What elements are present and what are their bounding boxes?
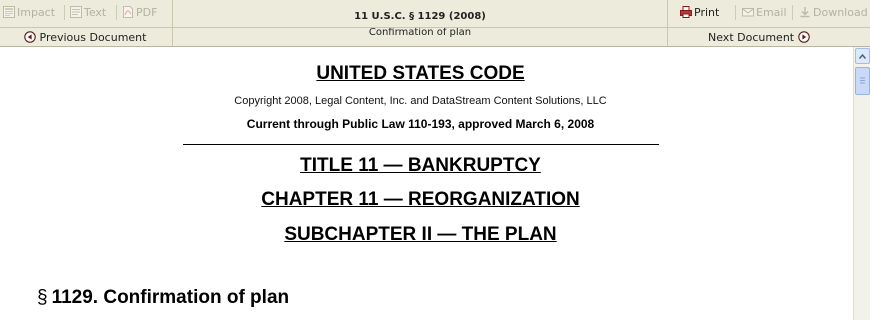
email-button[interactable]: Email (742, 5, 787, 21)
download-icon (800, 7, 810, 18)
previous-document-label: Previous Document (39, 31, 147, 44)
text-icon (70, 6, 82, 18)
toolbar-left-section: Impact Text PDF Previous Document (0, 0, 172, 46)
toolbar-divider (116, 5, 117, 20)
document-info: 11 U.S.C. § 1129 (2008) Confirmation of … (172, 0, 668, 46)
print-label: Print (694, 6, 720, 19)
grip-icon (860, 77, 865, 84)
code-title: UNITED STATES CODE (316, 63, 525, 84)
toolbar-divider (0, 27, 870, 28)
arrow-left-circle-icon (24, 31, 36, 43)
arrow-right-circle-icon (797, 31, 810, 43)
pdf-icon (123, 6, 133, 18)
impact-button[interactable]: Impact (3, 5, 55, 21)
toolbar-divider (735, 5, 736, 20)
toolbar-divider (792, 5, 793, 20)
pdf-label: PDF (136, 6, 158, 19)
document-citation: 11 U.S.C. § 1129 (2008) (354, 11, 486, 22)
chapter-heading: CHAPTER 11 — REORGANIZATION (261, 189, 580, 210)
document-title: Confirmation of plan (368, 27, 472, 38)
impact-label: Impact (17, 6, 56, 19)
scroll-up-arrow-icon (858, 53, 867, 59)
text-label: Text (84, 6, 107, 19)
text-button[interactable]: Text (70, 5, 106, 21)
pdf-button[interactable]: PDF (122, 5, 157, 21)
toolbar-right-section: Print Email Download Next Document (668, 0, 870, 46)
email-icon (742, 8, 754, 17)
download-label: Download (813, 6, 868, 19)
print-button[interactable]: Print (680, 5, 719, 21)
document-toolbar: Impact Text PDF Previous Document 11 U.S… (0, 0, 870, 47)
document-viewer: UNITED STATES CODE Copyright 2008, Legal… (0, 47, 853, 320)
print-icon (680, 6, 692, 18)
section-heading-text: 1129. Confirmation of plan (51, 287, 290, 308)
email-label: Email (756, 6, 787, 19)
toolbar-divider (64, 5, 65, 20)
previous-document-link[interactable]: Previous Document (24, 31, 146, 45)
subchapter-heading: SUBCHAPTER II — THE PLAN (284, 224, 557, 245)
section-heading: § 1129. Confirmation of plan (37, 287, 289, 309)
vertical-scrollbar[interactable] (853, 47, 870, 320)
next-document-link[interactable]: Next Document (708, 31, 810, 45)
download-button[interactable]: Download (799, 5, 868, 21)
next-document-label: Next Document (708, 31, 795, 44)
impact-icon (3, 6, 15, 18)
copyright-notice: Copyright 2008, Legal Content, Inc. and … (234, 95, 607, 107)
title-heading: TITLE 11 — BANKRUPTCY (300, 155, 541, 176)
header-divider (183, 144, 659, 145)
scroll-thumb[interactable] (855, 67, 870, 95)
scroll-up-button[interactable] (855, 48, 870, 64)
section-symbol: § (37, 287, 48, 308)
currency-statement: Current through Public Law 110-193, appr… (246, 117, 595, 131)
